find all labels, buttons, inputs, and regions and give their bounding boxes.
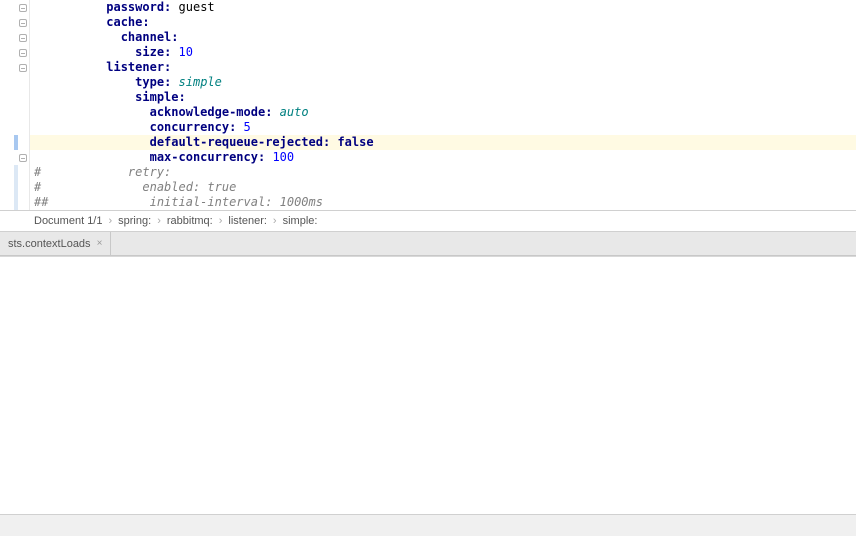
chevron-right-icon: ›	[155, 215, 163, 227]
panel-tab[interactable]: sts.contextLoads ×	[0, 232, 111, 255]
code-line[interactable]: max-concurrency: 100	[34, 150, 856, 165]
code-line[interactable]: cache:	[34, 15, 856, 30]
breadcrumb-item[interactable]: spring:	[114, 215, 155, 227]
code-editor[interactable]: password: guest cache: channel: size: 10…	[0, 0, 856, 210]
code-line[interactable]: default-requeue-rejected: false	[34, 135, 856, 150]
breadcrumb: Document 1/1 › spring: › rabbitmq: › lis…	[0, 210, 856, 232]
code-line[interactable]: concurrency: 5	[34, 120, 856, 135]
code-line[interactable]: password: guest	[34, 0, 856, 15]
code-content[interactable]: password: guest cache: channel: size: 10…	[30, 0, 856, 210]
gutter-bar	[14, 165, 18, 210]
code-line[interactable]: acknowledge-mode: auto	[34, 105, 856, 120]
code-line[interactable]: simple:	[34, 90, 856, 105]
code-comment-line[interactable]: ## initial-interval: 1000ms	[34, 195, 856, 210]
breadcrumb-item[interactable]: listener:	[224, 215, 271, 227]
code-comment-line[interactable]: # enabled: true	[34, 180, 856, 195]
change-marker	[14, 135, 18, 150]
editor-gutter	[0, 0, 30, 210]
code-line[interactable]: size: 10	[34, 45, 856, 60]
output-panel[interactable]	[0, 256, 856, 512]
status-bar	[0, 514, 856, 536]
breadcrumb-item[interactable]: rabbitmq:	[163, 215, 217, 227]
code-comment-line[interactable]: # retry:	[34, 165, 856, 180]
code-line[interactable]: type: simple	[34, 75, 856, 90]
breadcrumb-doc[interactable]: Document 1/1	[30, 215, 106, 227]
chevron-right-icon: ›	[271, 215, 279, 227]
code-line[interactable]: listener:	[34, 60, 856, 75]
chevron-right-icon: ›	[106, 215, 114, 227]
panel-tab-bar: sts.contextLoads ×	[0, 232, 856, 256]
tab-label: sts.contextLoads	[8, 238, 91, 250]
code-line[interactable]: channel:	[34, 30, 856, 45]
breadcrumb-item[interactable]: simple:	[279, 215, 322, 227]
chevron-right-icon: ›	[217, 215, 225, 227]
close-icon[interactable]: ×	[97, 238, 103, 249]
